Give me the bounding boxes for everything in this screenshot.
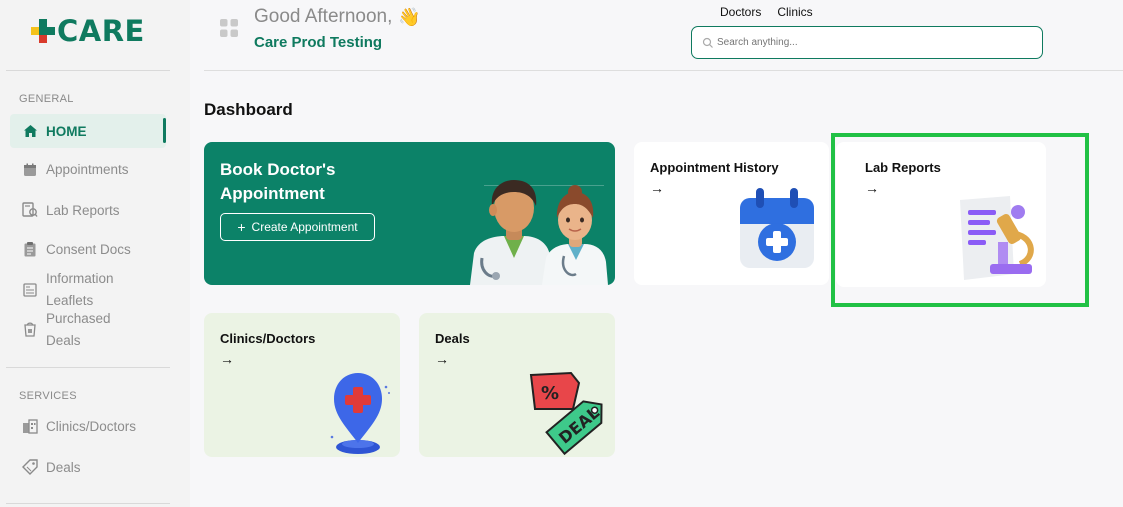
waving-hand-icon: 👋 bbox=[398, 6, 421, 27]
arrow-right-icon: → bbox=[220, 351, 234, 367]
general-section-label: GENERAL bbox=[19, 93, 74, 105]
sidebar-item-deals[interactable]: Deals bbox=[10, 459, 166, 475]
sidebar-item-home[interactable]: HOME bbox=[10, 114, 166, 148]
appointment-history-card[interactable]: Appointment History → bbox=[634, 142, 829, 285]
plus-icon: + bbox=[237, 219, 246, 235]
arrow-right-icon: → bbox=[435, 351, 449, 367]
doctors-illustration bbox=[470, 180, 608, 285]
sidebar-divider bbox=[6, 70, 170, 71]
search-input[interactable] bbox=[717, 37, 1017, 48]
organization-name: Care Prod Testing bbox=[254, 34, 383, 51]
sidebar-item-appointments[interactable]: Appointments bbox=[10, 162, 166, 177]
sidebar-item-information-leaflets[interactable]: Information Leaflets bbox=[10, 268, 166, 312]
lab-microscope-icon bbox=[960, 196, 1034, 280]
sidebar-item-label: Deals bbox=[46, 459, 81, 475]
sidebar-item-label: Consent Docs bbox=[46, 242, 131, 257]
deals-card[interactable]: Deals → % DEAL bbox=[419, 313, 615, 457]
brand-name: CARE bbox=[57, 14, 145, 48]
percent-glyph: % bbox=[541, 383, 559, 404]
appointment-history-title: Appointment History bbox=[650, 160, 779, 175]
calendar-plus-icon bbox=[740, 188, 814, 268]
sidebar-item-consent-docs[interactable]: Consent Docs bbox=[10, 242, 166, 257]
lab-reports-title: Lab Reports bbox=[865, 160, 941, 175]
header-divider bbox=[204, 70, 1123, 71]
book-appointment-card: Book Doctor's Appointment + Create Appoi… bbox=[204, 142, 615, 285]
book-card-title: Book Doctor's Appointment bbox=[220, 160, 336, 203]
care-cross-icon bbox=[31, 19, 55, 43]
clinics-doctors-title: Clinics/Doctors bbox=[220, 331, 316, 346]
sidebar-item-clinics-doctors[interactable]: Clinics/Doctors bbox=[10, 419, 166, 434]
search-bar[interactable] bbox=[691, 26, 1043, 59]
services-section-label: SERVICES bbox=[19, 390, 77, 402]
sidebar-item-label: HOME bbox=[46, 123, 87, 139]
home-icon bbox=[20, 124, 40, 138]
tab-clinics[interactable]: Clinics bbox=[777, 5, 812, 19]
tab-doctors[interactable]: Doctors bbox=[720, 5, 761, 19]
sidebar-item-label: Clinics/Doctors bbox=[46, 419, 137, 434]
greeting-text: Good Afternoon, bbox=[254, 6, 393, 27]
leaflet-icon bbox=[20, 283, 40, 297]
apps-grid-icon[interactable] bbox=[220, 19, 238, 42]
top-tabs: Doctors Clinics bbox=[720, 5, 829, 19]
sidebar-item-label: Lab Reports bbox=[46, 202, 120, 218]
sidebar-item-purchased-deals[interactable]: Purchased Deals bbox=[10, 308, 166, 352]
create-appointment-label: Create Appointment bbox=[251, 220, 358, 234]
building-icon bbox=[20, 419, 40, 434]
deal-tag-icon: % DEAL bbox=[529, 371, 603, 456]
sidebar-item-lab-reports[interactable]: Lab Reports bbox=[10, 202, 166, 218]
sidebar-item-label: Purchased Deals bbox=[46, 311, 111, 348]
calendar-icon bbox=[20, 163, 40, 177]
lab-reports-card[interactable]: Lab Reports → bbox=[836, 142, 1046, 287]
tag-icon bbox=[20, 459, 40, 475]
sidebar-item-label: Information Leaflets bbox=[46, 271, 114, 308]
search-icon bbox=[702, 37, 713, 48]
page-title: Dashboard bbox=[204, 100, 293, 119]
sidebar-divider bbox=[6, 367, 170, 368]
deals-title: Deals bbox=[435, 331, 470, 346]
clinics-doctors-card[interactable]: Clinics/Doctors → bbox=[204, 313, 400, 457]
sidebar-divider bbox=[6, 503, 170, 504]
care-logo[interactable]: CARE bbox=[31, 14, 145, 48]
sidebar: CARE GENERAL HOME Appointments Lab Repor… bbox=[0, 0, 190, 507]
lab-report-icon bbox=[20, 202, 40, 218]
purchased-icon bbox=[20, 322, 40, 338]
clipboard-icon bbox=[20, 242, 40, 257]
sidebar-item-label: Appointments bbox=[46, 162, 129, 177]
arrow-right-icon: → bbox=[650, 180, 664, 196]
greeting: Good Afternoon, 👋 bbox=[254, 6, 421, 28]
location-pin-icon bbox=[330, 373, 390, 454]
create-appointment-button[interactable]: + Create Appointment bbox=[220, 213, 375, 241]
arrow-right-icon: → bbox=[865, 180, 879, 196]
